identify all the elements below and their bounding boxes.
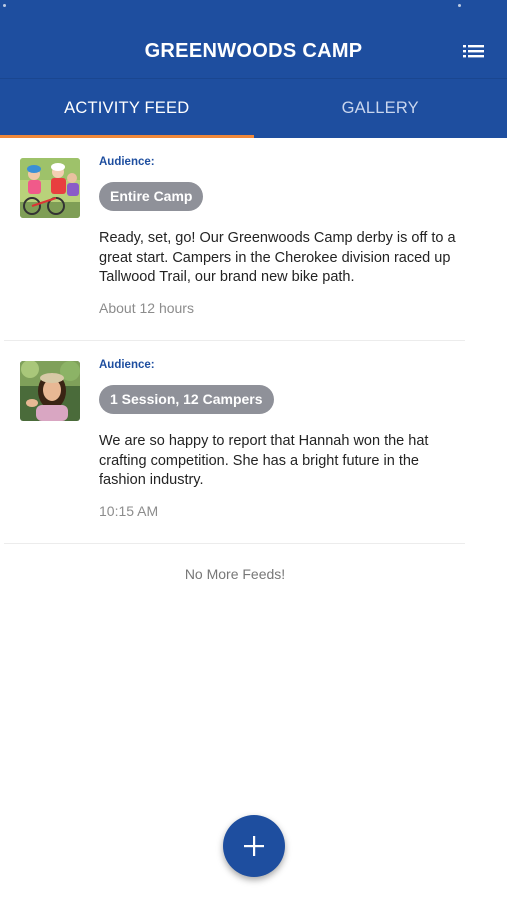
tab-activity-feed[interactable]: ACTIVITY FEED	[0, 79, 254, 138]
menu-button[interactable]	[461, 40, 487, 62]
audience-label: Audience:	[99, 359, 155, 371]
post-image[interactable]	[20, 361, 80, 421]
tab-gallery-label: GALLERY	[341, 99, 419, 117]
divider	[4, 543, 465, 544]
activity-feed: Audience: Entire Camp Ready, set, go! Ou…	[0, 138, 507, 582]
app-bar: GREENWOODS CAMP ACTIVITY FEED GALLERY	[0, 0, 507, 138]
post-content: Audience: 1 Session, 12 Campers We are s…	[99, 359, 459, 519]
bike-riders-photo	[20, 158, 80, 218]
post-timestamp: 10:15 AM	[99, 502, 159, 519]
post-timestamp: About 12 hours	[99, 299, 194, 316]
app-title: GREENWOODS CAMP	[144, 40, 363, 62]
end-of-feed-message: No More Feeds!	[184, 566, 286, 582]
post-text: Ready, set, go! Our Greenwoods Camp derb…	[99, 230, 456, 285]
tab-bar: ACTIVITY FEED GALLERY	[0, 79, 507, 138]
audience-chip: 1 Session, 12 Campers	[99, 385, 274, 414]
toolbar: GREENWOODS CAMP	[0, 0, 507, 79]
tab-activity-feed-label: ACTIVITY FEED	[64, 99, 190, 117]
feed-post[interactable]: Audience: 1 Session, 12 Campers We are s…	[0, 341, 507, 544]
audience-chip: Entire Camp	[99, 182, 204, 211]
plus-icon	[244, 836, 264, 856]
girl-portrait-photo	[20, 361, 80, 421]
add-post-button[interactable]	[223, 815, 285, 877]
audience-label: Audience:	[99, 156, 155, 168]
post-content: Audience: Entire Camp Ready, set, go! Ou…	[99, 156, 459, 316]
feed-post[interactable]: Audience: Entire Camp Ready, set, go! Ou…	[0, 138, 507, 341]
list-icon	[463, 45, 484, 58]
post-image[interactable]	[20, 158, 80, 218]
tab-gallery[interactable]: GALLERY	[254, 79, 507, 138]
post-text: We are so happy to report that Hannah wo…	[99, 433, 429, 488]
